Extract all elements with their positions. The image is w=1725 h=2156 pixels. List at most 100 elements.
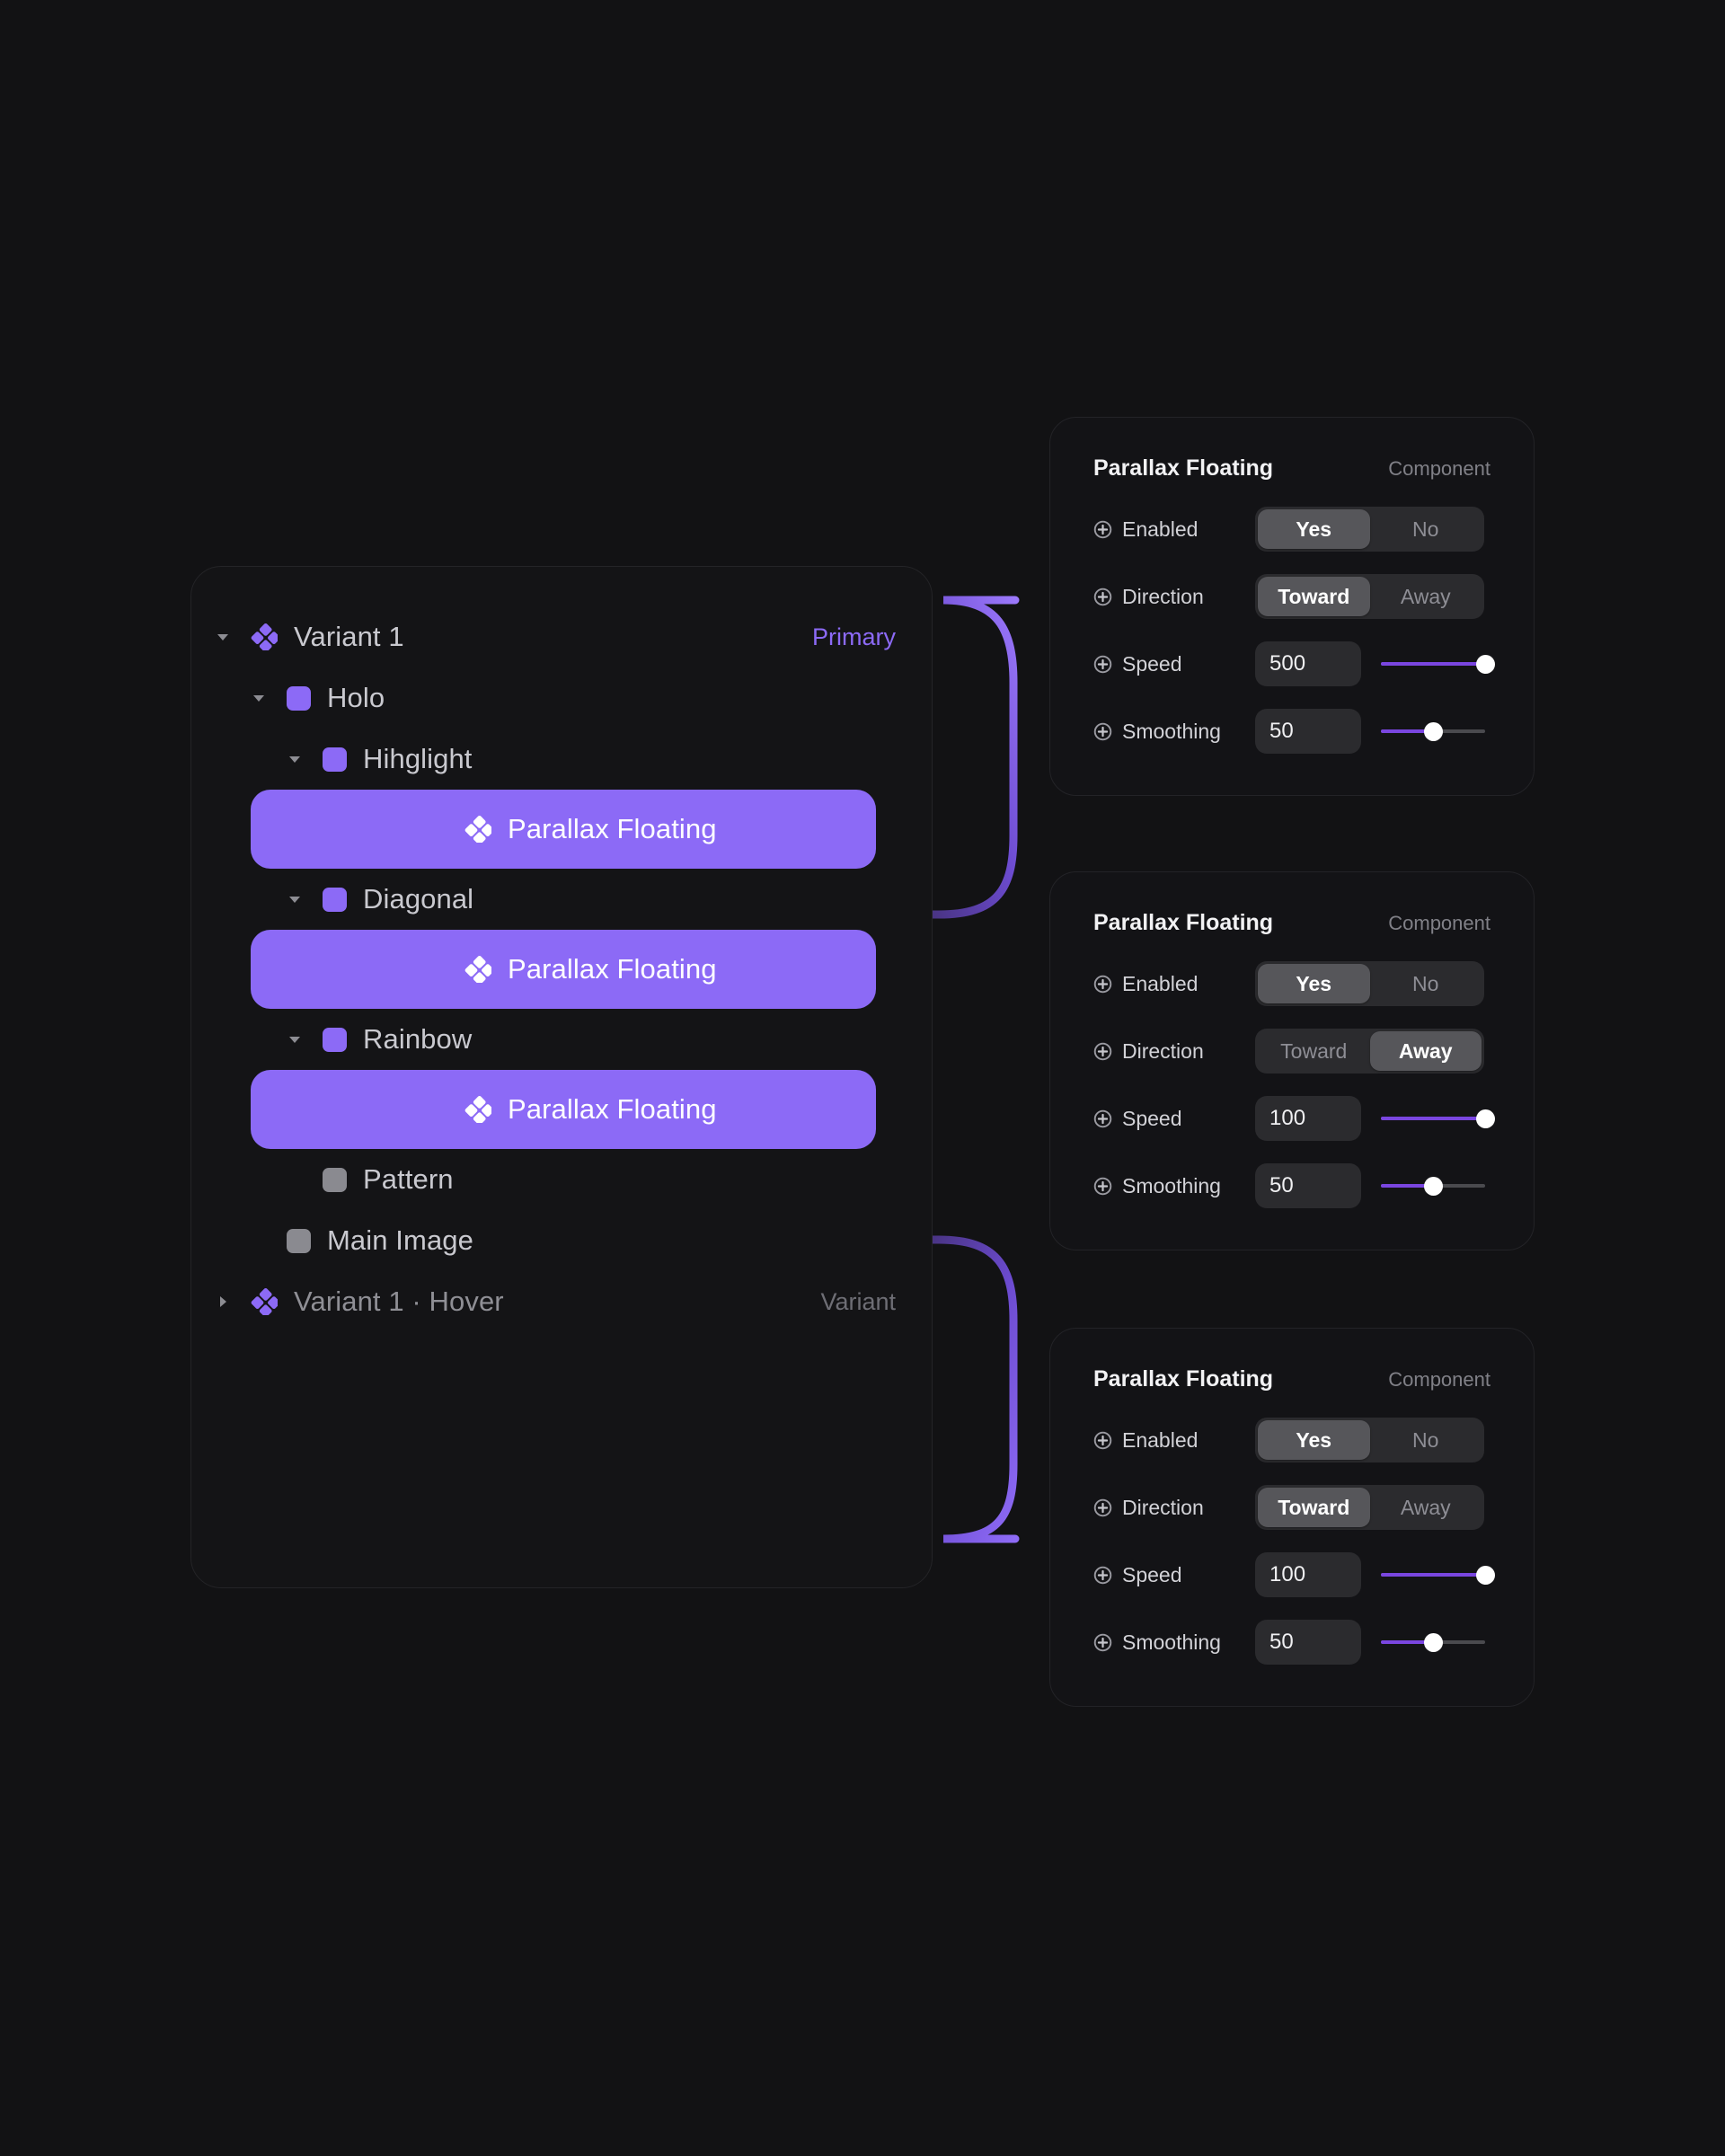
direction-option-toward[interactable]: Toward bbox=[1258, 1488, 1370, 1527]
direction-segmented-control[interactable]: Toward Away bbox=[1255, 1029, 1484, 1074]
direction-segmented-control[interactable]: Toward Away bbox=[1255, 1485, 1484, 1530]
property-label: Enabled bbox=[1122, 517, 1199, 541]
property-row-direction: Direction Toward Away bbox=[1093, 1485, 1491, 1530]
speed-slider[interactable] bbox=[1381, 641, 1495, 686]
speed-value-input[interactable]: 100 bbox=[1255, 1096, 1361, 1141]
smoothing-slider-thumb[interactable] bbox=[1423, 1632, 1443, 1652]
property-label-wrap: Direction bbox=[1093, 585, 1255, 609]
chevron-down-icon[interactable] bbox=[283, 896, 306, 904]
enabled-option-yes[interactable]: Yes bbox=[1258, 509, 1370, 549]
direction-option-away[interactable]: Away bbox=[1369, 1031, 1482, 1071]
property-label-wrap: Enabled bbox=[1093, 1428, 1255, 1453]
speed-slider[interactable] bbox=[1381, 1552, 1495, 1597]
layer-row[interactable]: Variant 1 Primary bbox=[191, 606, 932, 667]
enabled-segmented-control[interactable]: Yes No bbox=[1255, 1418, 1484, 1462]
add-property-icon[interactable] bbox=[1093, 1566, 1112, 1585]
frame-swatch-purple-icon bbox=[323, 747, 347, 772]
layer-row[interactable]: Holo bbox=[191, 667, 932, 729]
layer-row[interactable]: Hihglight bbox=[191, 729, 932, 790]
chevron-right-icon[interactable] bbox=[211, 1295, 234, 1308]
enabled-option-no[interactable]: No bbox=[1370, 964, 1482, 1003]
layer-row[interactable]: Parallax Floating bbox=[251, 930, 876, 1009]
card-title: Parallax Floating bbox=[1093, 1366, 1274, 1392]
enabled-segmented-control[interactable]: Yes No bbox=[1255, 961, 1484, 1006]
property-row-direction: Direction Toward Away bbox=[1093, 1029, 1491, 1074]
speed-value-input[interactable]: 500 bbox=[1255, 641, 1361, 686]
speed-slider-thumb[interactable] bbox=[1475, 1109, 1495, 1128]
speed-value-input[interactable]: 100 bbox=[1255, 1552, 1361, 1597]
speed-slider-thumb[interactable] bbox=[1475, 1565, 1495, 1585]
component-diamond-icon bbox=[251, 623, 278, 650]
layer-row-label: Parallax Floating bbox=[508, 813, 717, 844]
add-property-icon[interactable] bbox=[1093, 722, 1112, 741]
card-title: Parallax Floating bbox=[1093, 455, 1274, 481]
enabled-option-no[interactable]: No bbox=[1370, 509, 1482, 549]
canvas-root: Variant 1 Primary Holo Hihglight Parallax Fl… bbox=[0, 0, 1725, 2156]
chevron-down-icon[interactable] bbox=[283, 755, 306, 764]
property-label: Speed bbox=[1122, 1562, 1182, 1586]
layer-row-label: Parallax Floating bbox=[508, 953, 717, 985]
smoothing-slider[interactable] bbox=[1381, 1163, 1485, 1208]
layer-tree-panel: Variant 1 Primary Holo Hihglight Parallax Fl… bbox=[190, 566, 933, 1588]
layer-row[interactable]: Variant 1 · Hover Variant bbox=[191, 1271, 932, 1332]
direction-option-toward[interactable]: Toward bbox=[1258, 1031, 1370, 1071]
direction-option-away[interactable]: Away bbox=[1370, 1488, 1482, 1527]
property-label: Smoothing bbox=[1122, 1630, 1221, 1654]
property-label: Direction bbox=[1122, 1038, 1204, 1063]
smoothing-slider[interactable] bbox=[1381, 1620, 1485, 1665]
layer-row[interactable]: Pattern bbox=[191, 1149, 932, 1210]
layer-row[interactable]: Parallax Floating bbox=[251, 790, 876, 869]
smoothing-slider-thumb[interactable] bbox=[1423, 1176, 1443, 1196]
component-diamond-icon bbox=[251, 1288, 278, 1315]
chevron-down-icon[interactable] bbox=[211, 633, 234, 641]
card-header: Parallax Floating Component bbox=[1093, 455, 1491, 482]
layer-row[interactable]: Rainbow bbox=[191, 1009, 932, 1070]
smoothing-value-input[interactable]: 50 bbox=[1255, 1163, 1361, 1208]
chevron-down-icon[interactable] bbox=[247, 694, 270, 702]
enabled-option-no[interactable]: No bbox=[1370, 1420, 1482, 1460]
component-diamond-icon bbox=[464, 956, 491, 983]
add-property-icon[interactable] bbox=[1093, 655, 1112, 674]
property-label-wrap: Direction bbox=[1093, 1496, 1255, 1520]
property-label: Speed bbox=[1122, 651, 1182, 676]
direction-segmented-control[interactable]: Toward Away bbox=[1255, 574, 1484, 619]
add-property-icon[interactable] bbox=[1093, 1042, 1112, 1061]
layer-row-label: Rainbow bbox=[363, 1023, 473, 1055]
layer-row[interactable]: Diagonal bbox=[191, 869, 932, 930]
add-property-icon[interactable] bbox=[1093, 1498, 1112, 1517]
property-row-smoothing: Smoothing 50 bbox=[1093, 709, 1491, 754]
smoothing-value-input[interactable]: 50 bbox=[1255, 1620, 1361, 1665]
speed-slider-thumb[interactable] bbox=[1475, 654, 1495, 674]
frame-swatch-purple-icon bbox=[323, 1027, 347, 1052]
speed-slider-fill bbox=[1381, 1117, 1485, 1120]
smoothing-slider[interactable] bbox=[1381, 709, 1485, 754]
property-label: Enabled bbox=[1122, 971, 1199, 995]
layer-row-label: Hihglight bbox=[363, 743, 473, 774]
component-diamond-icon bbox=[464, 1096, 491, 1123]
smoothing-value-input[interactable]: 50 bbox=[1255, 709, 1361, 754]
enabled-option-yes[interactable]: Yes bbox=[1258, 964, 1370, 1003]
property-label-wrap: Enabled bbox=[1093, 972, 1255, 996]
direction-option-toward[interactable]: Toward bbox=[1258, 577, 1370, 616]
add-property-icon[interactable] bbox=[1093, 520, 1112, 539]
property-label-wrap: Smoothing bbox=[1093, 1630, 1255, 1655]
add-property-icon[interactable] bbox=[1093, 975, 1112, 994]
chevron-down-icon[interactable] bbox=[283, 1036, 306, 1044]
smoothing-slider-thumb[interactable] bbox=[1423, 721, 1443, 741]
property-label-wrap: Speed bbox=[1093, 652, 1255, 676]
property-label-wrap: Direction bbox=[1093, 1039, 1255, 1064]
enabled-option-yes[interactable]: Yes bbox=[1258, 1420, 1370, 1460]
direction-option-away[interactable]: Away bbox=[1370, 577, 1482, 616]
add-property-icon[interactable] bbox=[1093, 1633, 1112, 1652]
layer-row[interactable]: Main Image bbox=[191, 1210, 932, 1271]
property-label: Direction bbox=[1122, 584, 1204, 608]
add-property-icon[interactable] bbox=[1093, 588, 1112, 606]
enabled-segmented-control[interactable]: Yes No bbox=[1255, 507, 1484, 552]
add-property-icon[interactable] bbox=[1093, 1177, 1112, 1196]
property-label: Enabled bbox=[1122, 1427, 1199, 1452]
layer-row-label: Holo bbox=[327, 682, 385, 713]
add-property-icon[interactable] bbox=[1093, 1431, 1112, 1450]
layer-row[interactable]: Parallax Floating bbox=[251, 1070, 876, 1149]
add-property-icon[interactable] bbox=[1093, 1109, 1112, 1128]
speed-slider[interactable] bbox=[1381, 1096, 1495, 1141]
